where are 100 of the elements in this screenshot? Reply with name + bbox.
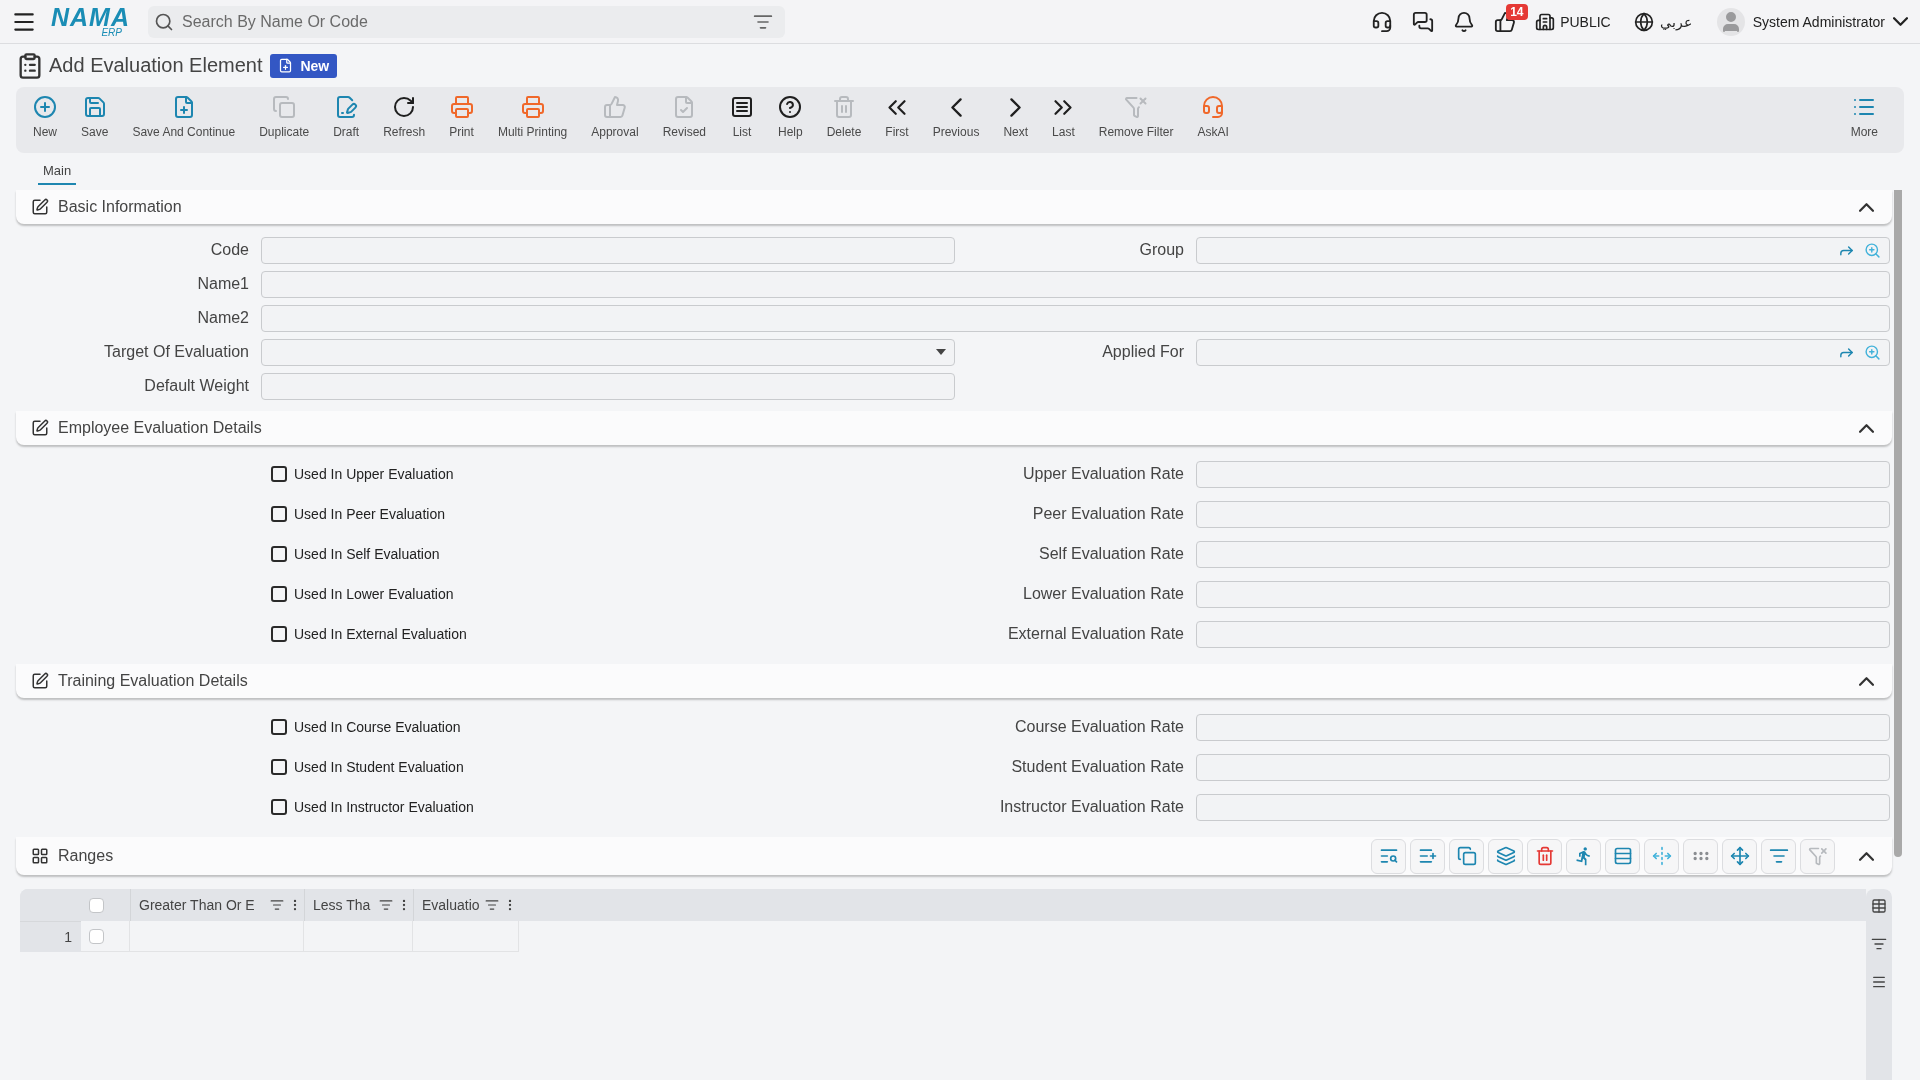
menu-icon[interactable] (1871, 974, 1887, 990)
rows-icon (1612, 846, 1633, 866)
grid-cell[interactable] (304, 921, 413, 952)
edit-square-icon (31, 419, 49, 437)
copy-rows-button[interactable] (1449, 838, 1484, 874)
layers-button[interactable] (1488, 838, 1523, 874)
row-checkbox[interactable] (89, 928, 104, 944)
input-field[interactable] (1196, 460, 1890, 488)
field-label: Code (210, 241, 249, 259)
chevron-left-icon (950, 97, 962, 117)
filter-icon (1768, 846, 1789, 866)
input-field[interactable] (261, 236, 955, 264)
column-width-button[interactable] (1644, 838, 1679, 874)
tab[interactable]: Main (38, 160, 77, 185)
building-icon (1535, 11, 1556, 32)
search-plus-icon[interactable] (1864, 343, 1881, 361)
input-field[interactable] (1196, 500, 1890, 528)
lookup-field[interactable] (1196, 338, 1890, 366)
field-label: Instructor Evaluation Rate (999, 798, 1184, 816)
checkbox[interactable] (271, 719, 287, 735)
save-button[interactable]: Save (69, 95, 121, 139)
move-button[interactable] (1722, 838, 1757, 874)
checkbox[interactable] (271, 586, 287, 602)
first-button[interactable]: First (873, 95, 921, 139)
add-row-button[interactable] (1410, 838, 1445, 874)
column-width-icon (1651, 846, 1672, 866)
text-search-icon (1378, 846, 1399, 866)
section-title: Ranges (58, 847, 114, 865)
company-selector[interactable]: PUBLIC (1535, 11, 1611, 32)
grid-cell[interactable] (413, 921, 519, 952)
chevron-up-icon[interactable] (1859, 202, 1874, 212)
next-button[interactable]: Next (991, 95, 1041, 139)
checkbox[interactable] (271, 626, 287, 642)
help-button[interactable]: Help (766, 95, 815, 139)
plus-circle-icon (33, 95, 57, 119)
new-button[interactable]: New (21, 95, 69, 139)
filter-button[interactable] (1761, 838, 1796, 874)
checkbox-label: Used In Course Evaluation (294, 719, 461, 735)
scrollbar[interactable] (1894, 190, 1902, 857)
input-field[interactable] (1196, 620, 1890, 648)
layers-icon (1495, 846, 1516, 866)
checkbox[interactable] (271, 546, 287, 562)
row-number: 1 (20, 921, 81, 952)
checkbox[interactable] (271, 506, 287, 522)
save-and-continue-button[interactable]: Save And Continue (120, 95, 248, 139)
print-button[interactable]: Print (437, 95, 486, 139)
previous-button[interactable]: Previous (920, 95, 992, 139)
filter-icon[interactable] (270, 898, 284, 912)
input-field[interactable] (1196, 713, 1890, 741)
rows-button[interactable] (1605, 838, 1640, 874)
select-all-checkbox[interactable] (89, 897, 104, 913)
refresh-button[interactable]: Refresh (371, 95, 438, 139)
search-plus-icon[interactable] (1864, 241, 1881, 259)
find-button[interactable] (1371, 838, 1406, 874)
last-button[interactable]: Last (1040, 95, 1087, 139)
list-button[interactable]: List (718, 95, 766, 139)
input-field[interactable] (261, 304, 1890, 332)
grip-button[interactable] (1683, 838, 1718, 874)
grid-cell[interactable] (130, 921, 304, 952)
chevron-up-icon[interactable] (1859, 851, 1874, 861)
input-field[interactable] (1196, 793, 1890, 821)
input-field[interactable] (261, 372, 955, 400)
filter-icon[interactable] (379, 898, 393, 912)
input-field[interactable] (1196, 580, 1890, 608)
search-input[interactable]: Search By Name Or Code (180, 9, 747, 34)
delete-rows-button[interactable] (1527, 838, 1562, 874)
file-pen-icon (334, 95, 359, 119)
select-field[interactable] (261, 338, 955, 366)
checkbox[interactable] (271, 466, 287, 482)
checkbox[interactable] (271, 759, 287, 775)
lookup-field[interactable] (1196, 236, 1890, 264)
run-button[interactable] (1566, 838, 1601, 874)
ask-ai-button[interactable]: AskAI (1185, 95, 1241, 139)
checkbox-label: Used In Student Evaluation (294, 759, 464, 775)
filter-icon[interactable] (485, 898, 499, 912)
search-field[interactable]: Search By Name Or Code (148, 5, 785, 38)
table-icon[interactable] (1871, 898, 1887, 914)
headset-icon[interactable] (1371, 10, 1394, 33)
caret-icon[interactable] (936, 349, 946, 355)
logo[interactable]: NAMA ERP (51, 5, 130, 38)
chevron-up-icon[interactable] (1859, 676, 1874, 686)
checkbox-label: Used In Self Evaluation (294, 546, 440, 562)
more-button[interactable]: More (1838, 95, 1890, 139)
draft-button[interactable]: Draft (321, 95, 372, 139)
checkbox-label: Used In Upper Evaluation (294, 466, 454, 482)
input-field[interactable] (1196, 753, 1890, 781)
checkbox-label: Used In Peer Evaluation (294, 506, 445, 522)
filter-icon[interactable] (1871, 936, 1887, 952)
input-field[interactable] (1196, 540, 1890, 568)
section-title: Basic Information (58, 198, 182, 216)
chevron-up-icon[interactable] (1859, 423, 1874, 433)
bell-icon[interactable] (1453, 10, 1476, 33)
user-menu[interactable]: System Administrator (1716, 7, 1908, 36)
checkbox[interactable] (271, 799, 287, 815)
chat-icon[interactable] (1412, 10, 1435, 33)
input-field[interactable] (261, 270, 1890, 298)
language-button[interactable]: عربي (1633, 11, 1692, 32)
copy-icon (272, 95, 297, 119)
thumbs-up-icon (602, 95, 627, 119)
multi-printing-button[interactable]: Multi Printing (485, 95, 580, 139)
